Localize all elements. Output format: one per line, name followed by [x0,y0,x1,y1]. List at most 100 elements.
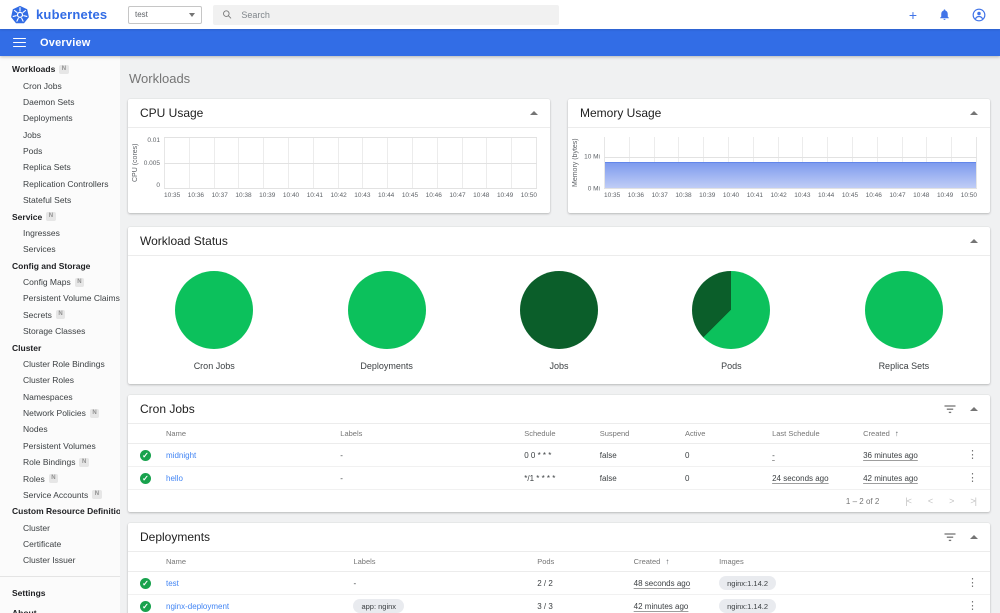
column-header-pods[interactable]: Pods [537,557,633,566]
namespaced-badge: N [46,212,56,222]
sidebar-item[interactable]: Workloads N [0,61,120,77]
pager-next-icon[interactable]: > [949,496,954,506]
sidebar-item[interactable]: Cluster [0,520,120,536]
filter-icon[interactable] [944,532,956,542]
sidebar-item[interactable]: Role Bindings N [0,454,120,470]
column-header-labels[interactable]: Labels [340,429,524,438]
memory-area-series [605,162,976,188]
sidebar-item[interactable]: Persistent Volume Claims N [0,290,120,306]
sidebar-item[interactable]: Roles N [0,470,120,486]
labels-cell: - [353,578,357,588]
resource-name-link[interactable]: test [166,579,179,588]
sidebar-item[interactable]: Daemon Sets [0,94,120,110]
sidebar-item[interactable]: Custom Resource Definitions [0,503,120,519]
pager-first-icon[interactable]: |< [905,496,912,506]
sidebar-item[interactable]: Pods [0,143,120,159]
sidebar-item[interactable]: Replication Controllers [0,176,120,192]
status-pie-chart [520,271,599,349]
status-ok-icon: ✓ [140,577,151,589]
sidebar-footer-item[interactable]: About [0,603,120,613]
sidebar-item[interactable]: Cluster Role Bindings [0,356,120,372]
sidebar-item[interactable]: Stateful Sets [0,192,120,208]
kebab-menu-icon[interactable]: ⋮ [967,449,978,461]
column-header-active[interactable]: Active [685,429,772,438]
kubernetes-logo[interactable]: kubernetes [10,5,122,25]
user-profile-icon[interactable] [972,8,986,22]
namespaced-badge: N [79,457,89,467]
sidebar-item[interactable]: Deployments [0,110,120,126]
sidebar-item[interactable]: Cron Jobs [0,77,120,93]
sidebar-item[interactable]: Replica Sets [0,159,120,175]
collapse-arrow-icon[interactable] [970,239,978,243]
sidebar-item[interactable]: Certificate [0,536,120,552]
sidebar-item[interactable]: Cluster Issuer [0,552,120,568]
collapse-arrow-icon[interactable] [970,407,978,411]
sidebar-item[interactable]: Persistent Volumes [0,438,120,454]
deployments-card: Deployments Name Labels Pods Created ↑ Im… [128,523,990,613]
search-input[interactable] [241,9,550,20]
x-tick-label: 10:40 [282,192,300,199]
sidebar-item[interactable]: Storage Classes [0,323,120,339]
sidebar-item[interactable]: Service Accounts N [0,487,120,503]
collapse-arrow-icon[interactable] [970,535,978,539]
sidebar-item[interactable]: Cluster [0,339,120,355]
sidebar-item-label: Roles [23,473,45,484]
sidebar-item[interactable]: Config Maps N [0,274,120,290]
filter-icon[interactable] [944,404,956,414]
x-tick-label: 10:42 [330,192,347,199]
sidebar-item[interactable]: Network Policies N [0,405,120,421]
sidebar-divider [0,575,120,577]
sidebar-item[interactable]: Service N [0,208,120,224]
sidebar-item[interactable]: Jobs [0,127,120,143]
sidebar-item-label: Services [23,244,56,255]
resource-name-link[interactable]: midnight [166,451,196,460]
x-tick-label: 10:49 [496,192,514,199]
sidebar-item[interactable]: Services [0,241,120,257]
namespace-selector[interactable]: test [128,5,202,24]
kebab-menu-icon[interactable]: ⋮ [967,577,978,589]
cpu-usage-card: CPU Usage CPU (cores) 0.01 0.005 0 10:35… [128,99,550,213]
pager-last-icon[interactable]: >| [970,496,977,506]
column-header-images[interactable]: Images [719,557,958,566]
main-content: Workloads CPU Usage CPU (cores) 0.01 0.0… [120,56,1000,613]
kebab-menu-icon[interactable]: ⋮ [967,472,978,484]
column-header-schedule[interactable]: Schedule [524,429,600,438]
status-pie-group: Replica Sets [818,271,990,371]
sidebar: Workloads N Cron Jobs Daemon Sets Deploy… [0,56,120,613]
column-header-last-schedule[interactable]: Last Schedule [772,429,863,438]
pager-prev-icon[interactable]: < [928,496,933,506]
collapse-arrow-icon[interactable] [530,111,538,115]
sidebar-item-label: Cluster Issuer [23,555,76,566]
sidebar-item[interactable]: Ingresses [0,225,120,241]
x-tick-label: 10:41 [306,192,323,199]
column-header-suspend[interactable]: Suspend [600,429,685,438]
search-bar[interactable] [213,4,559,25]
sidebar-item[interactable]: Nodes [0,421,120,437]
column-header-name[interactable]: Name [166,557,353,566]
status-ok-icon: ✓ [140,449,151,461]
status-pie-chart [864,271,943,349]
kebab-menu-icon[interactable]: ⋮ [967,600,978,612]
column-header-created[interactable]: Created ↑ [863,429,958,438]
resource-name-link[interactable]: hello [166,474,183,483]
sidebar-item[interactable]: Secrets N [0,307,120,323]
deployments-table-header: Name Labels Pods Created ↑ Images [128,551,990,572]
memory-y-ticks: 10 Mi 0 Mi [584,153,600,193]
status-pie-label: Deployments [360,361,413,371]
last-schedule-cell: 24 seconds ago [772,473,829,483]
column-header-name[interactable]: Name [166,429,340,438]
create-resource-button[interactable]: + [909,8,917,22]
notifications-bell-icon[interactable] [938,8,951,21]
status-pie-group: Deployments [300,271,472,371]
sidebar-item[interactable]: Config and Storage [0,258,120,274]
column-header-labels[interactable]: Labels [353,557,537,566]
sidebar-item-label: Cluster Roles [23,375,75,386]
collapse-arrow-icon[interactable] [970,111,978,115]
sidebar-footer-item[interactable]: Settings [0,583,120,603]
sidebar-item[interactable]: Namespaces [0,389,120,405]
menu-hamburger-icon[interactable] [13,37,26,48]
card-title: CPU Usage [140,106,204,120]
resource-name-link[interactable]: nginx-deployment [166,602,229,611]
sidebar-item[interactable]: Cluster Roles [0,372,120,388]
column-header-created[interactable]: Created ↑ [634,557,719,566]
